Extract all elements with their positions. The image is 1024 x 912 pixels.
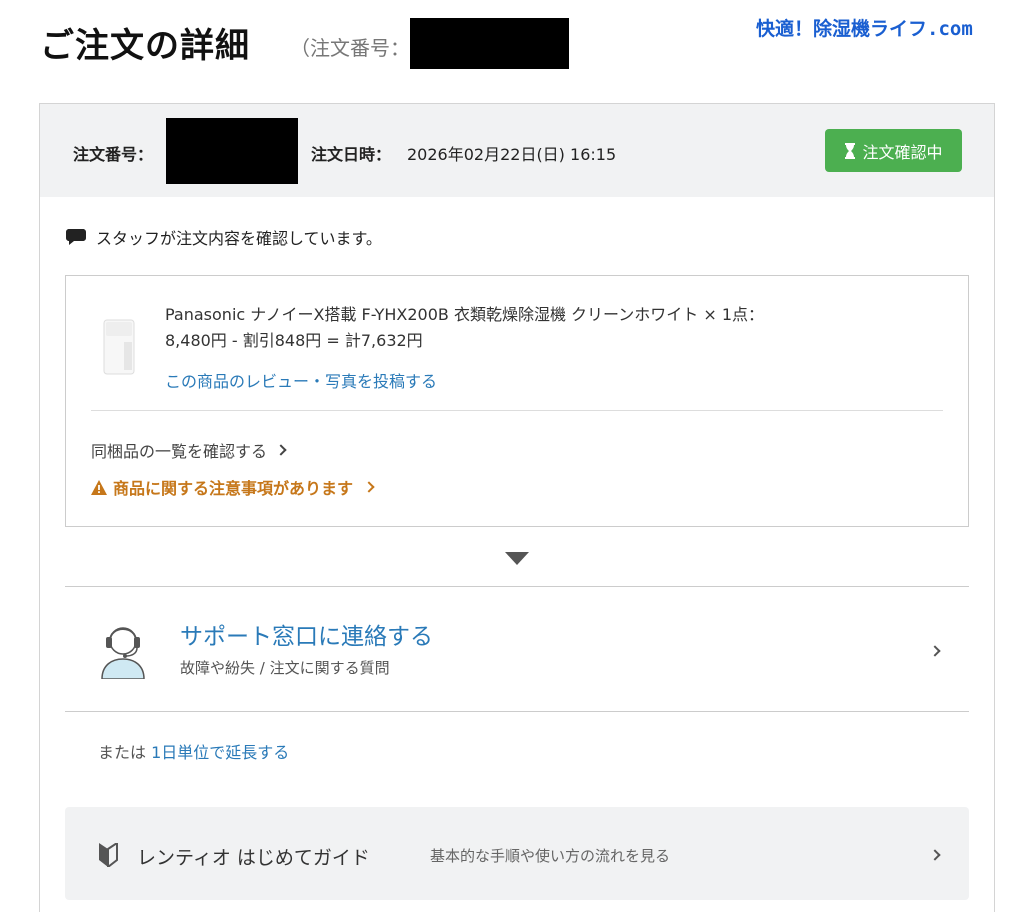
item-divider — [91, 410, 943, 411]
product-price-line: 8,480円 - 割引848円 = 計7,632円 — [165, 331, 423, 351]
chevron-right-icon — [929, 645, 941, 657]
order-date-label: 注文日時： — [311, 145, 392, 164]
chevron-right-icon — [929, 849, 941, 861]
guide-subtitle: 基本的な手順や使い方の流れを見る — [430, 847, 671, 865]
status-badge-label: 注文確認中 — [862, 142, 943, 162]
order-header: 注文番号： 注文日時： 2026年02月22日(日) 16:15 注文確認中 — [40, 104, 994, 197]
order-number-label: 注文番号： — [73, 145, 154, 164]
staff-message-text: スタッフが注文内容を確認しています。 — [96, 229, 382, 248]
status-badge: 注文確認中 — [825, 129, 962, 172]
support-title: サポート窓口に連絡する — [180, 624, 433, 650]
product-thumbnail[interactable] — [102, 318, 136, 376]
beginner-guide-row[interactable]: レンティオ はじめてガイド 基本的な手順や使い方の流れを見る — [65, 807, 969, 900]
product-name-line: Panasonic ナノイーX搭載 F-YHX200B 衣類乾燥除湿機 クリーン… — [165, 305, 765, 324]
title-order-number-label: （注文番号： — [290, 36, 410, 60]
caution-link-label: 商品に関する注意事項があります — [113, 479, 354, 498]
caution-link[interactable]: 商品に関する注意事項があります — [91, 475, 375, 499]
redacted-order-number-title — [410, 18, 569, 69]
chevron-right-icon — [363, 481, 375, 493]
support-agent-icon — [101, 627, 145, 679]
site-logo[interactable]: 快適！除湿機ライフ.com — [756, 14, 973, 41]
chevron-right-icon — [275, 444, 287, 456]
order-card: 注文番号： 注文日時： 2026年02月22日(日) 16:15 注文確認中 ス… — [39, 103, 995, 912]
warning-icon — [91, 479, 107, 495]
product-name: Panasonic ナノイーX搭載 F-YHX200B 衣類乾燥除湿機 クリーン… — [165, 302, 945, 355]
bundle-list-link[interactable]: 同梱品の一覧を確認する — [91, 438, 287, 462]
support-contact-row[interactable]: サポート窓口に連絡する 故障や紛失 / 注文に関する質問 — [65, 587, 969, 711]
support-subtitle: 故障や紛失 / 注文に関する質問 — [180, 659, 390, 677]
section-divider — [65, 711, 969, 712]
guide-title: レンティオ はじめてガイド — [137, 847, 370, 869]
review-link[interactable]: この商品のレビュー・写真を投稿する — [165, 368, 437, 392]
extend-link[interactable]: 1日単位で延長する — [151, 743, 289, 762]
page-title: ご注文の詳細 — [40, 26, 250, 66]
staff-message: スタッフが注文内容を確認しています。 — [66, 225, 382, 249]
redacted-order-number — [166, 118, 298, 184]
beginner-mark-icon — [99, 843, 118, 867]
bundle-list-label: 同梱品の一覧を確認する — [91, 442, 268, 461]
order-date-value: 2026年02月22日(日) 16:15 — [407, 145, 617, 164]
expand-toggle-caret-down-icon[interactable] — [505, 552, 529, 565]
chat-icon — [66, 229, 86, 245]
extend-prefix: または — [98, 743, 147, 762]
extend-row: または 1日単位で延長する — [98, 739, 289, 763]
hourglass-icon — [845, 142, 856, 159]
order-item-box: Panasonic ナノイーX搭載 F-YHX200B 衣類乾燥除湿機 クリーン… — [65, 275, 969, 527]
